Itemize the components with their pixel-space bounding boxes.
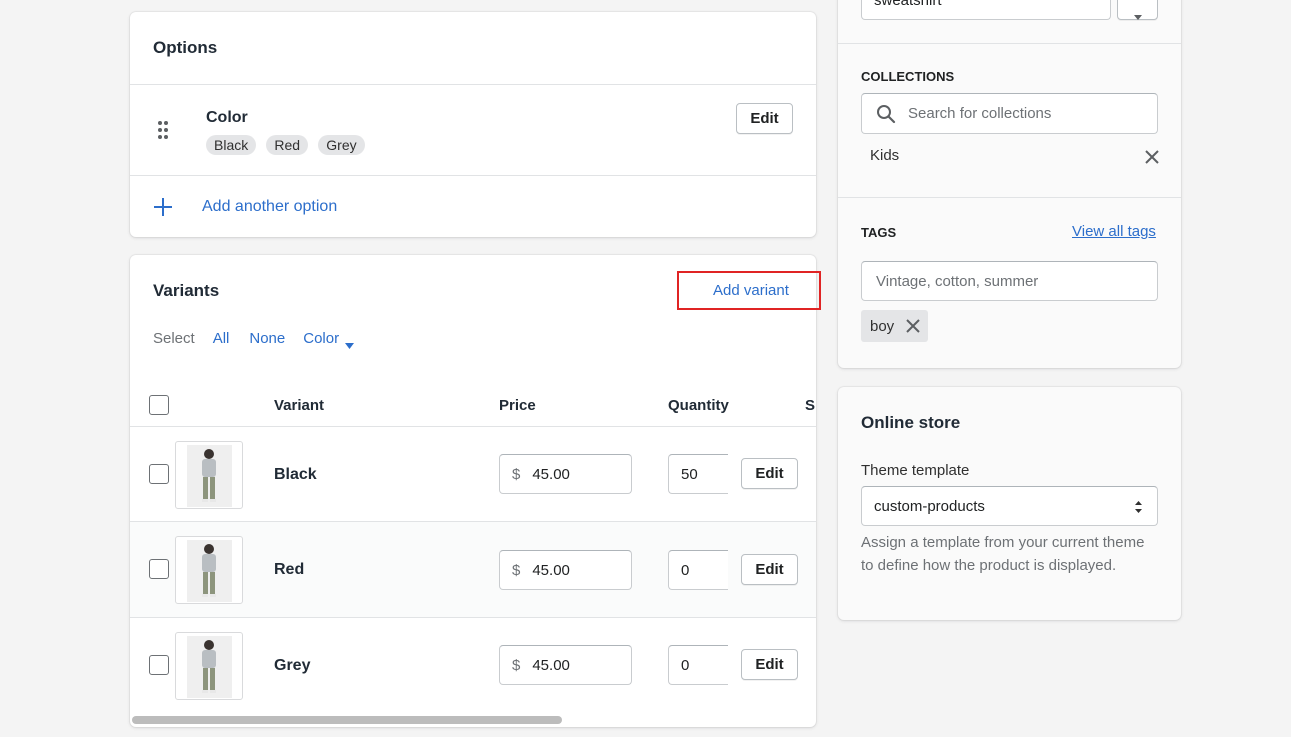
collection-name: Kids xyxy=(870,147,900,164)
variant-image[interactable] xyxy=(175,536,243,604)
variants-card: Variants Add variant Select All None Col… xyxy=(130,255,816,727)
select-color-label: Color xyxy=(303,330,340,347)
drag-handle-icon[interactable] xyxy=(157,120,169,140)
quantity-field[interactable]: 0 xyxy=(668,645,728,685)
edit-variant-button[interactable]: Edit xyxy=(741,554,798,585)
product-photo xyxy=(187,445,232,507)
column-header-quantity: Quantity xyxy=(668,397,729,414)
add-variant-highlight xyxy=(677,271,821,310)
theme-template-select[interactable]: custom-products xyxy=(861,486,1158,526)
column-header-sku: Sl xyxy=(805,397,816,414)
select-bar: Select All None Color xyxy=(153,330,355,349)
select-all-checkbox[interactable] xyxy=(149,395,169,415)
theme-template-label: Theme template xyxy=(861,462,970,479)
close-icon[interactable] xyxy=(906,319,920,333)
tags-label: TAGS xyxy=(861,225,897,240)
select-label: Select xyxy=(153,330,195,347)
plus-icon xyxy=(152,196,174,218)
caret-down-icon xyxy=(345,336,355,349)
add-another-option-link[interactable]: Add another option xyxy=(202,198,337,216)
variant-name: Black xyxy=(274,466,317,483)
table-row: Grey $ 45.00 0 Edit xyxy=(130,618,816,713)
close-icon[interactable] xyxy=(1144,149,1160,165)
quantity-value: 0 xyxy=(681,656,690,674)
price-field[interactable]: $ 45.00 xyxy=(499,454,632,494)
collections-search-input[interactable]: Search for collections xyxy=(861,93,1158,134)
collections-search-placeholder: Search for collections xyxy=(908,105,1052,122)
search-icon xyxy=(876,104,896,124)
option-name: Color xyxy=(206,109,248,126)
price-field[interactable]: $ 45.00 xyxy=(499,645,632,685)
edit-variant-button[interactable]: Edit xyxy=(741,649,798,680)
price-value: 45.00 xyxy=(532,656,570,674)
divider xyxy=(838,43,1181,44)
price-value: 45.00 xyxy=(532,561,570,579)
tags-input[interactable]: Vintage, cotton, summer xyxy=(861,261,1158,301)
tags-placeholder: Vintage, cotton, summer xyxy=(876,272,1039,290)
quantity-field[interactable]: 50 xyxy=(668,454,728,494)
option-values: Black Red Grey xyxy=(206,135,371,155)
product-type-dropdown-button[interactable] xyxy=(1117,0,1158,20)
currency-symbol: $ xyxy=(512,465,521,483)
product-type-value: sweatshirt xyxy=(874,0,942,9)
view-all-tags-link[interactable]: View all tags xyxy=(1072,223,1156,240)
option-value-pill: Black xyxy=(206,135,257,155)
quantity-field[interactable]: 0 xyxy=(668,550,728,590)
quantity-value: 50 xyxy=(681,465,698,483)
collections-label: COLLECTIONS xyxy=(861,69,955,84)
row-checkbox[interactable] xyxy=(149,559,169,579)
select-color-dropdown[interactable]: Color xyxy=(303,330,355,349)
variant-image[interactable] xyxy=(175,632,243,700)
collection-item: Kids xyxy=(870,147,1160,167)
online-store-title: Online store xyxy=(861,413,961,432)
caret-down-icon xyxy=(1133,7,1142,20)
option-value-pill: Red xyxy=(266,135,309,155)
edit-option-button[interactable]: Edit xyxy=(736,103,793,134)
options-title: Options xyxy=(153,38,218,57)
tag-label: boy xyxy=(870,317,895,335)
divider xyxy=(130,175,816,176)
table-row: Black $ 45.00 50 Edit xyxy=(130,427,816,522)
currency-symbol: $ xyxy=(512,561,521,579)
divider xyxy=(130,84,816,85)
row-checkbox[interactable] xyxy=(149,655,169,675)
tag-chip: boy xyxy=(861,310,929,342)
theme-template-help-text: Assign a template from your current them… xyxy=(861,534,1145,574)
horizontal-scrollbar[interactable] xyxy=(132,716,562,724)
add-option-row[interactable]: Add another option xyxy=(152,196,337,218)
table-row: Red $ 45.00 0 Edit xyxy=(130,522,816,617)
organization-card: sweatshirt COLLECTIONS Search for collec… xyxy=(838,0,1181,368)
select-all-link[interactable]: All xyxy=(213,330,230,347)
row-checkbox[interactable] xyxy=(149,464,169,484)
product-photo xyxy=(187,636,232,698)
select-none-link[interactable]: None xyxy=(249,330,285,347)
product-photo xyxy=(187,540,232,602)
option-value-pill: Grey xyxy=(318,135,365,155)
price-field[interactable]: $ 45.00 xyxy=(499,550,632,590)
edit-variant-button[interactable]: Edit xyxy=(741,458,798,489)
variants-title: Variants xyxy=(153,281,220,300)
product-type-field[interactable]: sweatshirt xyxy=(861,0,1111,20)
variant-name: Grey xyxy=(274,657,311,674)
variant-name: Red xyxy=(274,561,305,578)
options-card: Options Color Black Red Grey Edit Add an… xyxy=(130,12,816,237)
theme-template-value: custom-products xyxy=(874,497,985,515)
variant-image[interactable] xyxy=(175,441,243,509)
price-value: 45.00 xyxy=(532,465,570,483)
divider xyxy=(838,197,1181,198)
select-arrows-icon xyxy=(1134,500,1143,514)
column-header-price: Price xyxy=(499,397,536,414)
online-store-card: Online store Theme template custom-produ… xyxy=(838,387,1181,620)
currency-symbol: $ xyxy=(512,656,521,674)
column-header-variant: Variant xyxy=(274,397,325,414)
quantity-value: 0 xyxy=(681,561,690,579)
